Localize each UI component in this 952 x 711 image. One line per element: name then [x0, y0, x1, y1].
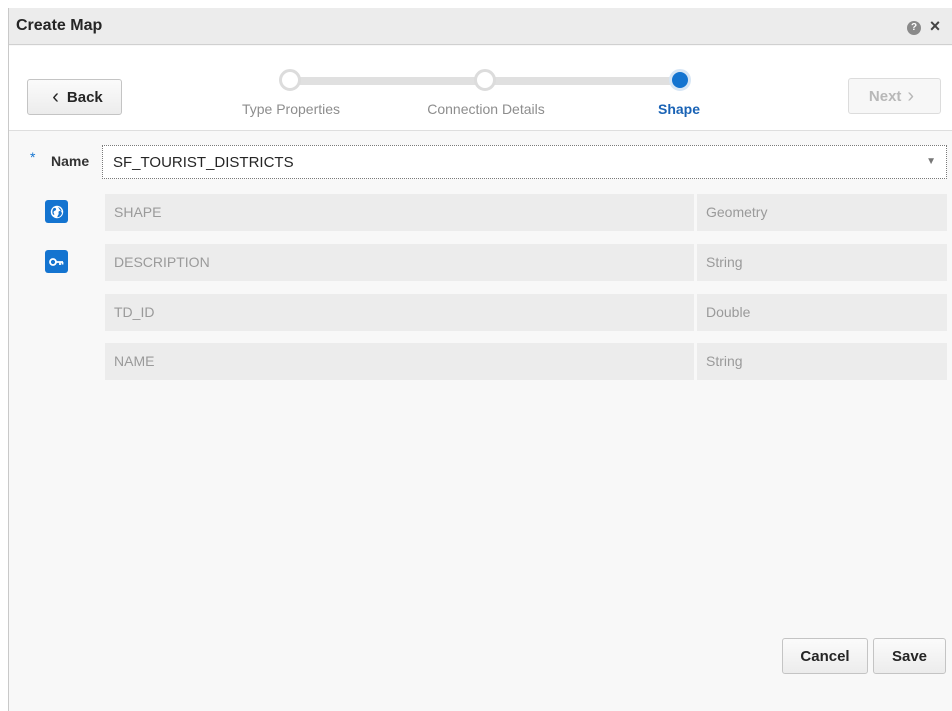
train-connector-1 — [290, 77, 485, 85]
name-row: * Name SF_TOURIST_DISTRICTS ▼ — [9, 145, 952, 185]
field-type: String — [697, 244, 947, 281]
back-button-label: Back — [66, 88, 103, 106]
train-stop-shape[interactable] — [669, 69, 691, 91]
field-type: Double — [697, 294, 947, 331]
next-button[interactable]: Next › — [848, 78, 941, 114]
train-stop-type-properties[interactable] — [279, 69, 301, 91]
name-select[interactable]: SF_TOURIST_DISTRICTS ▼ — [102, 145, 947, 179]
dialog-title: Create Map — [16, 17, 103, 34]
dropdown-caret-icon[interactable]: ▼ — [926, 156, 936, 167]
field-type: Geometry — [697, 194, 947, 231]
field-row: TD_ID Double — [9, 294, 952, 331]
step-label-type-properties[interactable]: Type Properties — [221, 101, 361, 117]
field-name: DESCRIPTION — [105, 244, 694, 281]
field-type: String — [697, 343, 947, 380]
field-name: NAME — [105, 343, 694, 380]
field-name: TD_ID — [105, 294, 694, 331]
next-button-label: Next — [868, 87, 902, 105]
close-icon[interactable]: × — [927, 17, 943, 35]
required-marker: * — [30, 149, 36, 165]
key-icon — [45, 250, 68, 273]
train-connector-2 — [485, 77, 680, 85]
name-select-value: SF_TOURIST_DISTRICTS — [113, 154, 294, 171]
field-name: SHAPE — [105, 194, 694, 231]
field-row: NAME String — [9, 343, 952, 380]
step-label-connection-details[interactable]: Connection Details — [401, 101, 571, 117]
train-stop-connection-details[interactable] — [474, 69, 496, 91]
save-button[interactable]: Save — [873, 638, 946, 674]
chevron-right-icon: › — [907, 85, 915, 107]
wizard-train: ‹ Back Type Properties Connection Detail… — [9, 46, 952, 131]
name-label: Name — [51, 153, 90, 169]
create-map-dialog: Create Map ? × ‹ Back Type Properties Co… — [8, 8, 952, 711]
step-label-shape[interactable]: Shape — [629, 101, 729, 117]
chevron-left-icon: ‹ — [52, 86, 59, 108]
cancel-button[interactable]: Cancel — [782, 638, 868, 674]
back-button[interactable]: ‹ Back — [27, 79, 122, 115]
field-row: SHAPE Geometry — [9, 194, 952, 231]
globe-icon — [45, 200, 68, 223]
dialog-titlebar: Create Map ? × — [9, 8, 952, 45]
help-icon[interactable]: ? — [907, 21, 921, 35]
field-row: DESCRIPTION String — [9, 244, 952, 281]
